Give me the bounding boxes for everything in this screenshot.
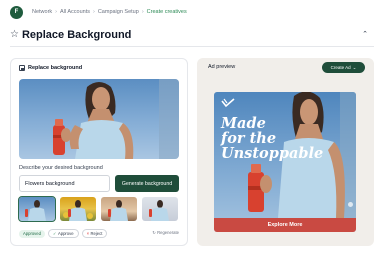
image-icon	[19, 65, 25, 71]
approved-badge: Approved	[19, 229, 45, 238]
header-divider	[10, 46, 374, 47]
replace-background-panel: Replace background Describe your desired…	[10, 58, 188, 246]
breadcrumb: Network › All Accounts › Campaign Setup …	[32, 9, 187, 15]
brand-logo-icon	[221, 98, 235, 108]
headline-line: for the	[221, 130, 277, 147]
reject-label: Reject	[90, 231, 103, 236]
regenerate-button[interactable]: ↻ Regenerate	[152, 230, 179, 235]
ad-preview-panel: Ad preview Create Ad ⌄ Made for the Unst…	[197, 58, 374, 246]
background-prompt-input[interactable]: Flowers background	[19, 175, 110, 192]
source-image	[19, 79, 179, 159]
thumbnail-image	[63, 200, 93, 221]
regenerate-label: Regenerate	[157, 230, 179, 235]
create-ad-button[interactable]: Create Ad ⌄	[322, 62, 365, 73]
account-avatar[interactable]: F	[10, 5, 23, 19]
breadcrumb-separator: ›	[55, 9, 58, 15]
thumbnail-light-studio[interactable]	[142, 197, 178, 221]
panel-title: Replace background	[28, 65, 83, 71]
chevron-down-icon: ⌄	[352, 64, 357, 70]
background-thumbnails	[18, 196, 181, 222]
thumbnail-image	[25, 200, 46, 221]
breadcrumb-network[interactable]: Network	[32, 9, 52, 15]
breadcrumb-all-accounts[interactable]: All Accounts	[60, 9, 90, 15]
woman-photo	[53, 79, 179, 159]
top-bar: F Network › All Accounts › Campaign Setu…	[0, 0, 384, 24]
ad-creative: Made for the Unstoppable Explore More	[214, 92, 356, 232]
panel-header: Replace background	[19, 65, 82, 71]
review-actions: Approved ✓ Approve × Reject	[19, 229, 108, 238]
reject-button[interactable]: × Reject	[81, 229, 108, 238]
check-icon: ✓	[52, 231, 57, 236]
close-icon: ×	[86, 231, 90, 236]
generate-background-button[interactable]: Generate background	[115, 175, 179, 192]
refresh-icon: ↻	[152, 230, 156, 235]
thumbnail-image	[108, 200, 128, 221]
approve-label: Approve	[57, 231, 74, 236]
thumbnail-wood[interactable]	[101, 197, 137, 221]
breadcrumb-campaign-setup[interactable]: Campaign Setup	[98, 9, 139, 15]
ad-headline: Made for the Unstoppable	[221, 116, 356, 161]
ad-photo	[248, 92, 356, 218]
create-ad-label: Create Ad	[330, 65, 351, 70]
chevron-up-icon[interactable]: ⌃	[362, 30, 368, 38]
headline-line: Made	[221, 115, 266, 132]
explore-more-button[interactable]: Explore More	[214, 218, 356, 232]
headline-line: Unstoppable	[221, 145, 324, 162]
thumbnail-blue-sky[interactable]	[18, 196, 56, 222]
breadcrumb-separator: ›	[141, 9, 144, 15]
star-icon[interactable]: ☆	[10, 30, 19, 40]
breadcrumb-create-creatives[interactable]: Create creatives	[147, 9, 187, 15]
breadcrumb-separator: ›	[92, 9, 95, 15]
thumbnail-image	[149, 200, 169, 221]
ad-preview-label: Ad preview	[208, 64, 236, 70]
page-header: ☆ Replace Background ⌃	[10, 25, 374, 45]
thumbnail-flowers[interactable]	[60, 197, 96, 221]
page-title: Replace Background	[21, 29, 132, 41]
carousel-dot	[348, 202, 353, 207]
describe-label: Describe your desired background	[19, 165, 103, 171]
approve-button[interactable]: ✓ Approve	[47, 229, 79, 238]
